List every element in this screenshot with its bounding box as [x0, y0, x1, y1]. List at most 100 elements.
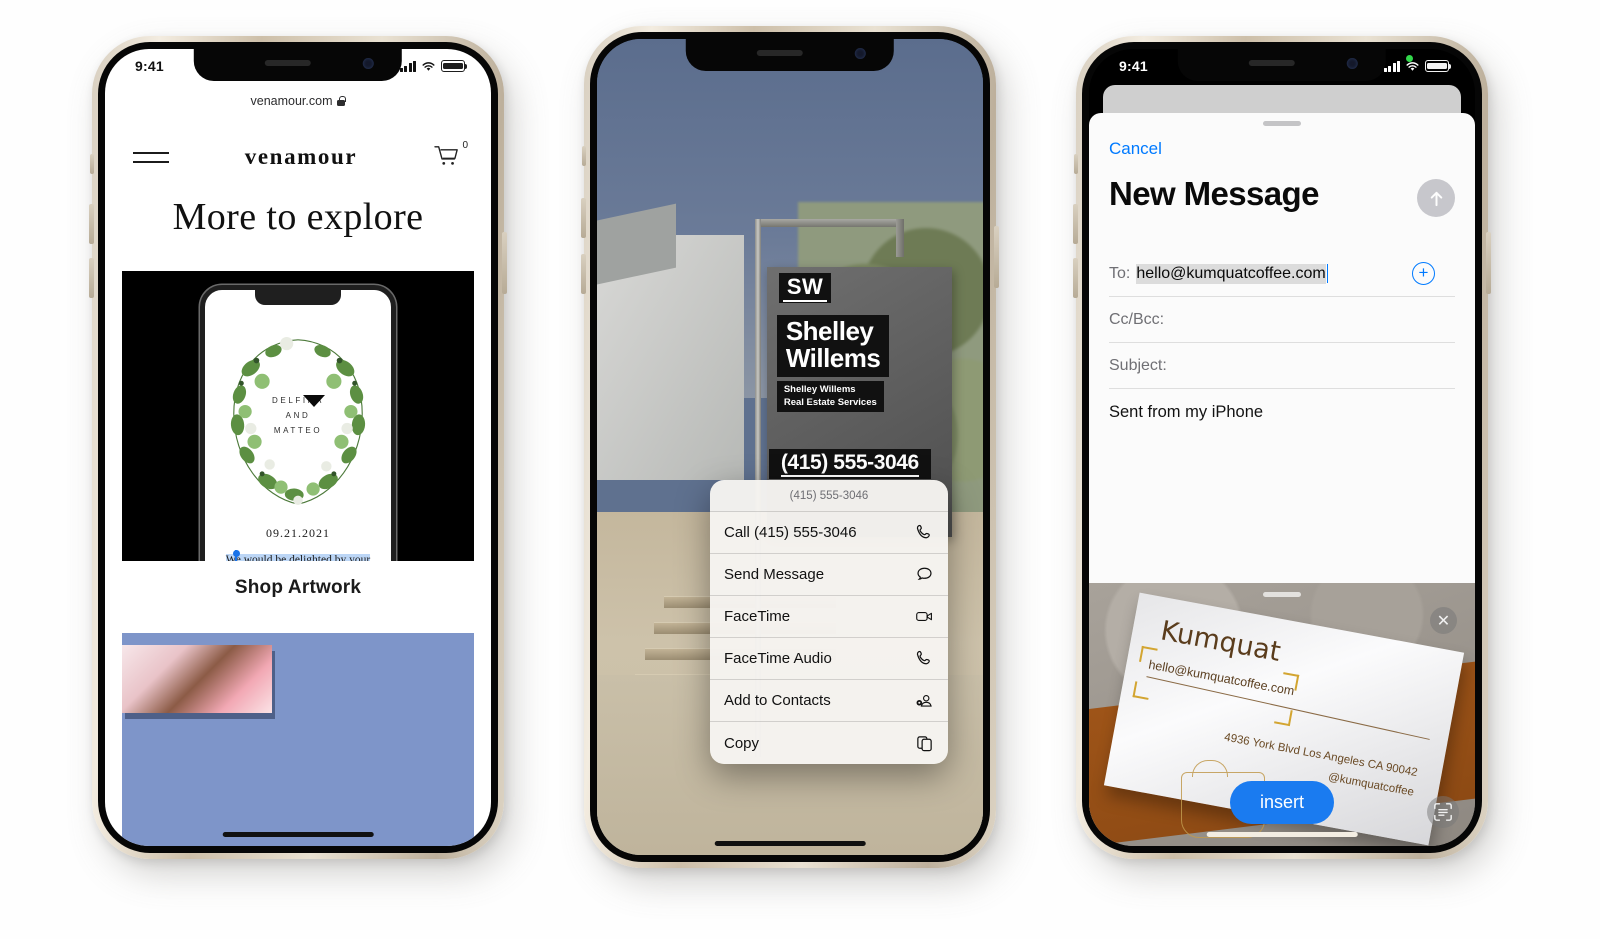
text-caret	[1326, 264, 1329, 283]
status-bar: 9:41	[105, 49, 491, 83]
subject-label: Subject:	[1109, 356, 1167, 374]
to-label: To:	[1109, 264, 1131, 282]
mute-switch[interactable]	[90, 154, 94, 174]
volume-up-button[interactable]	[1073, 204, 1078, 244]
mute-switch[interactable]	[582, 146, 586, 166]
send-button[interactable]	[1417, 179, 1455, 217]
selection-handle-start[interactable]	[232, 550, 240, 561]
volume-down-button[interactable]	[89, 258, 94, 298]
phone-2-camera: SW Shelley Willems Shelley Willems Real …	[581, 26, 999, 868]
sheet-grabber[interactable]	[1263, 121, 1301, 126]
sign-arm	[755, 218, 904, 257]
battery-icon	[1425, 60, 1452, 72]
popover-item-copy[interactable]: Copy	[710, 722, 948, 764]
wifi-icon	[1406, 61, 1419, 71]
green-camera-dot	[1406, 55, 1413, 62]
status-time: 9:41	[135, 58, 164, 74]
mockup-notch	[255, 290, 341, 305]
context-menu-pointer	[303, 395, 325, 407]
site-nav: venamour 0	[105, 129, 491, 185]
close-icon[interactable]: ✕	[1430, 607, 1457, 634]
next-artwork-card[interactable]	[122, 633, 474, 846]
home-indicator[interactable]	[222, 832, 374, 837]
site-brand[interactable]: venamour	[245, 144, 357, 170]
safari-url-bar[interactable]: venamour.com	[105, 83, 491, 119]
floral-print-image	[122, 645, 272, 713]
cart-icon[interactable]: 0	[433, 140, 468, 170]
home-indicator[interactable]	[1206, 832, 1358, 837]
camera-pane-grabber[interactable]	[1263, 592, 1301, 597]
power-button[interactable]	[502, 232, 507, 294]
sign-phone-number[interactable]: (415) 555-3046	[768, 449, 931, 480]
plus-circle-icon[interactable]: +	[1412, 262, 1435, 285]
selected-text[interactable]: We would be delighted by your presence a…	[221, 554, 375, 561]
popover-item-label: Copy	[724, 734, 760, 752]
mail-compose-sheet: Cancel New Message To: hello@kumquatcoff…	[1089, 113, 1475, 583]
to-field-row[interactable]: To: hello@kumquatcoffee.com +	[1109, 251, 1455, 297]
artwork-card[interactable]: DELFINA AND MATTEO 09.21.2021 We would b…	[122, 271, 474, 561]
invitation-mockup: DELFINA AND MATTEO 09.21.2021 We would b…	[200, 285, 396, 561]
message-bubble-icon	[917, 567, 932, 580]
phone-1-screen: 9:41 venamour.com venamour 0 More to exp…	[105, 49, 491, 846]
sign-name-line-2: Willems	[785, 342, 881, 373]
live-text-scan-icon[interactable]	[1427, 796, 1459, 828]
compose-title: New Message	[1109, 175, 1319, 212]
mail-body-signature[interactable]: Sent from my iPhone	[1109, 403, 1263, 422]
front-camera	[855, 48, 867, 59]
name-1: DELFINA	[272, 396, 324, 405]
to-value[interactable]: hello@kumquatcoffee.com	[1136, 263, 1326, 284]
volume-up-button[interactable]	[89, 204, 94, 244]
notch	[685, 39, 895, 71]
name-and: AND	[285, 410, 311, 420]
volume-down-button[interactable]	[1073, 258, 1078, 298]
screenshot-stage: 9:41 venamour.com venamour 0 More to exp…	[0, 0, 1600, 939]
mute-switch[interactable]	[1074, 154, 1078, 174]
subject-field-row[interactable]: Subject:	[1109, 343, 1455, 389]
wifi-icon	[422, 61, 435, 71]
volume-up-button[interactable]	[581, 198, 586, 238]
hamburger-icon[interactable]	[133, 145, 169, 170]
popover-item-facetime-audio[interactable]: FaceTime Audio	[710, 638, 948, 680]
phone-icon	[916, 650, 930, 665]
phone-3-screen: 9:41 Cancel New Message To: hello@kumqua…	[1089, 49, 1475, 846]
sign-agent-name: Shelley Willems	[776, 315, 890, 377]
popover-item-send-message[interactable]: Send Message	[710, 554, 948, 596]
sign-sub-line-2: Real Estate Services	[783, 396, 877, 408]
live-text-camera-pane: Kumquat hello@kumquatcoffee.com 4936 Yor…	[1089, 583, 1475, 846]
phone-number-action-popover: (415) 555-3046 Call (415) 555-3046 Send …	[710, 480, 948, 764]
phone-1-safari: 9:41 venamour.com venamour 0 More to exp…	[89, 36, 507, 859]
popover-item-call[interactable]: Call (415) 555-3046	[710, 512, 948, 554]
wedding-date: 09.21.2021	[266, 526, 330, 540]
home-indicator[interactable]	[714, 841, 866, 846]
sign-company: Shelley Willems Real Estate Services	[776, 381, 884, 412]
page-heading: More to explore	[172, 196, 424, 238]
cc-bcc-field-row[interactable]: Cc/Bcc:	[1109, 297, 1455, 343]
status-bar: 9:41	[1089, 49, 1475, 83]
url-text: venamour.com	[250, 94, 333, 108]
sign-initials: SW	[778, 273, 832, 304]
phone-3-mail: 9:41 Cancel New Message To: hello@kumqua…	[1073, 36, 1491, 859]
cancel-button[interactable]: Cancel	[1109, 139, 1162, 159]
shop-artwork-link[interactable]: Shop Artwork	[105, 577, 491, 599]
popover-item-label: FaceTime Audio	[724, 650, 832, 667]
volume-down-button[interactable]	[581, 254, 586, 294]
couple-names: DELFINA AND MATTEO	[205, 394, 391, 438]
sign-name-line-1: Shelley	[785, 316, 874, 347]
phone-2-screen: SW Shelley Willems Shelley Willems Real …	[597, 39, 983, 855]
invitation-quote[interactable]: We would be delighted by your presence a…	[219, 552, 377, 561]
cart-count: 0	[462, 140, 468, 151]
house-building	[597, 234, 744, 480]
cellular-signal-icon	[399, 60, 416, 72]
popover-item-add-to-contacts[interactable]: Add to Contacts	[710, 680, 948, 722]
battery-icon	[441, 60, 468, 72]
power-button[interactable]	[1486, 232, 1491, 294]
insert-button[interactable]: insert	[1229, 781, 1335, 824]
popover-item-facetime[interactable]: FaceTime	[710, 596, 948, 638]
lock-icon	[337, 96, 346, 106]
popover-header: (415) 555-3046	[710, 480, 948, 512]
power-button[interactable]	[994, 226, 999, 288]
status-time: 9:41	[1119, 58, 1148, 74]
popover-item-label: Add to Contacts	[724, 692, 831, 709]
send-arrow-icon	[1430, 191, 1442, 206]
popover-item-label: FaceTime	[724, 608, 791, 625]
